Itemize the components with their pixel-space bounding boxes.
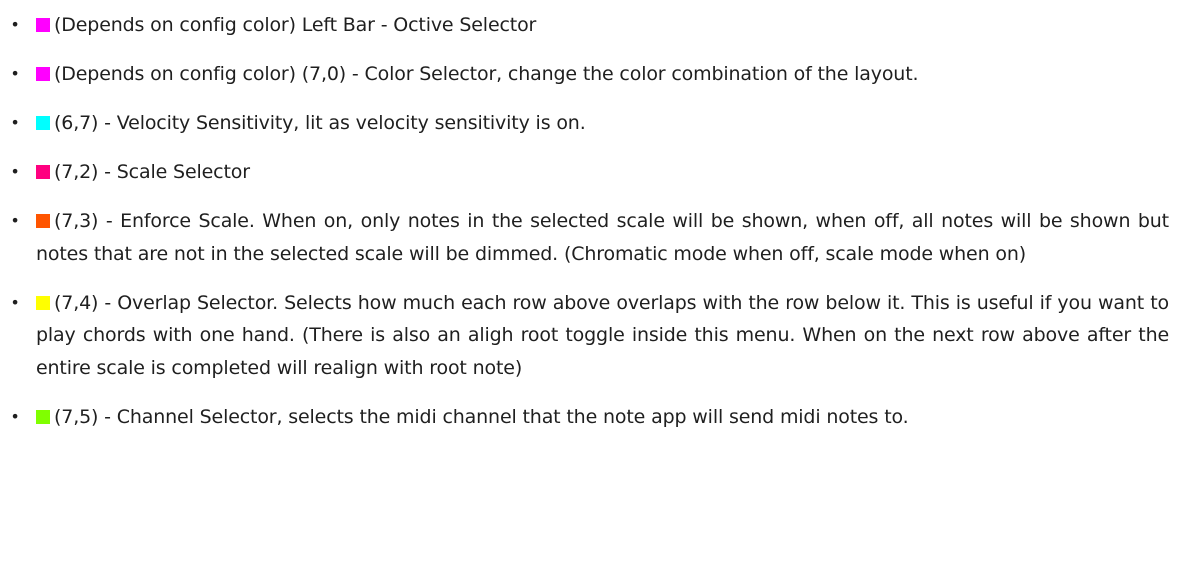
list-item: • (7,5) - Channel Selector, selects the … (8, 401, 1169, 434)
bullet-icon: • (10, 113, 20, 132)
color-swatch-icon (36, 214, 50, 228)
color-swatch-icon (36, 295, 50, 310)
list-item: • (7,2) - Scale Selector (8, 156, 1169, 189)
list-item: • (7,3) - Enforce Scale. When on, only n… (8, 205, 1169, 270)
bullet-icon: • (10, 64, 20, 83)
list-item: • (7,4) - Overlap Selector. Selects how … (8, 287, 1169, 385)
color-swatch-icon (36, 165, 50, 179)
list-item-text: (7,4) - Overlap Selector. Selects how mu… (36, 291, 1169, 379)
list-item: • (Depends on config color) Left Bar - O… (8, 9, 1169, 42)
document-body: • (Depends on config color) Left Bar - O… (0, 0, 1183, 568)
list-item: • (Depends on config color) (7,0) - Colo… (8, 58, 1169, 91)
color-swatch-icon (36, 116, 50, 130)
bullet-icon: • (10, 211, 20, 230)
list-item-text: (Depends on config color) Left Bar - Oct… (54, 14, 537, 36)
list-item: • (6,7) - Velocity Sensitivity, lit as v… (8, 107, 1169, 140)
list-item-text: (7,3) - Enforce Scale. When on, only not… (36, 210, 1169, 265)
bullet-icon: • (10, 292, 20, 312)
list-item-text: (6,7) - Velocity Sensitivity, lit as vel… (54, 112, 586, 134)
feature-list: • (Depends on config color) Left Bar - O… (8, 9, 1169, 433)
list-item-text: (Depends on config color) (7,0) - Color … (54, 63, 919, 85)
color-swatch-icon (36, 18, 50, 32)
bullet-icon: • (10, 15, 20, 34)
bullet-icon: • (10, 406, 20, 426)
list-item-text: (7,5) - Channel Selector, selects the mi… (54, 405, 909, 428)
color-swatch-icon (36, 67, 50, 81)
bullet-icon: • (10, 162, 20, 181)
color-swatch-icon (36, 409, 50, 424)
list-item-text: (7,2) - Scale Selector (54, 161, 250, 183)
